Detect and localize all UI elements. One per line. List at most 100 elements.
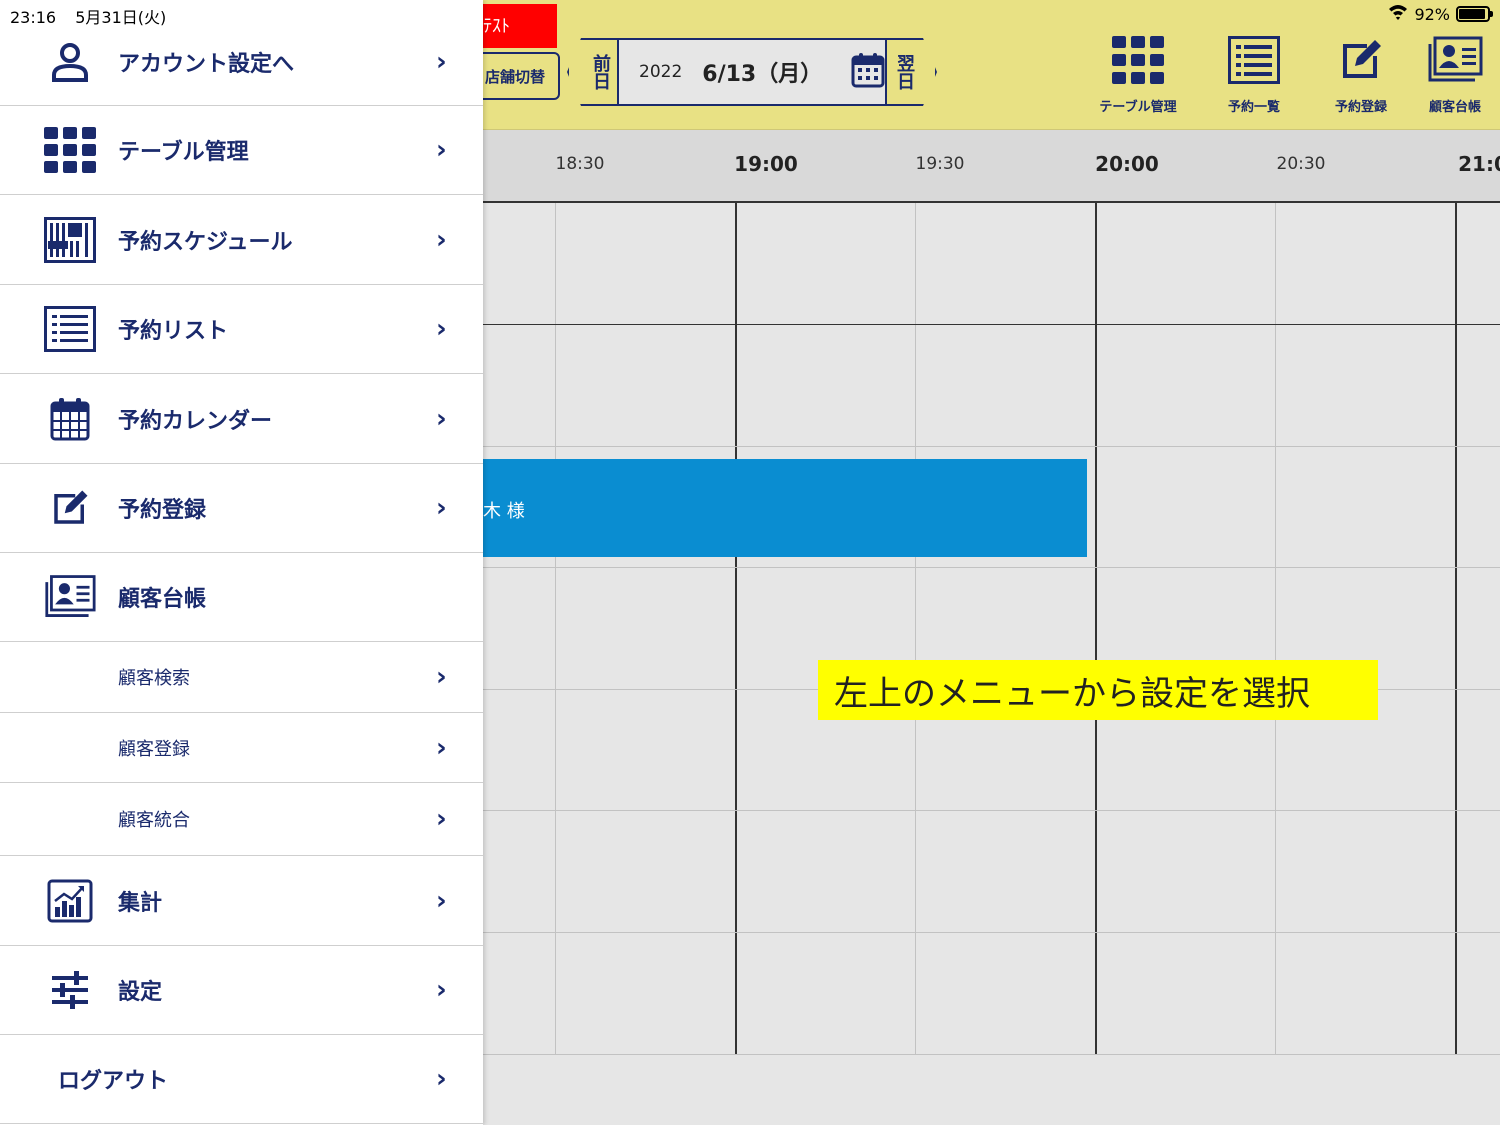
grid-line (483, 1054, 1500, 1055)
menu-label: ログアウト (58, 1069, 169, 1094)
top-nav-register[interactable]: 予約登録 (1322, 36, 1400, 115)
chevron-right-icon: › (436, 1064, 447, 1094)
menu-label: 顧客統合 (118, 810, 190, 831)
next-day-label: 翌日 (894, 54, 915, 90)
date-month-day: 6/13（月） (702, 62, 823, 87)
instruction-callout: 左上のメニューから設定を選択 (818, 660, 1378, 720)
grid-icon (1112, 36, 1164, 88)
chevron-right-icon: › (436, 662, 447, 692)
top-nav-register-label: 予約登録 (1334, 100, 1387, 115)
menu-item-customer-search[interactable]: 顧客検索 › (0, 642, 483, 713)
grid-line (483, 810, 1500, 811)
menu-item-customer-merge[interactable]: 顧客統合 › (0, 783, 483, 856)
menu-item-customers[interactable]: 顧客台帳 (0, 553, 483, 642)
grid-line (483, 567, 1500, 568)
grid-line (555, 203, 556, 1055)
chevron-right-icon: › (436, 135, 447, 165)
menu-label: 予約カレンダー (118, 408, 273, 434)
top-nav-list-label: 予約一覧 (1227, 100, 1280, 115)
time-header: 18:30 19:00 19:30 20:00 20:30 21:0 (483, 130, 1500, 203)
top-nav: テーブル管理 予約一覧 予約登録 顧客台帳 (1080, 36, 1500, 115)
chevron-right-icon: › (436, 493, 447, 523)
time-label: 20:00 (1095, 152, 1159, 176)
menu-label: アカウント設定へ (118, 51, 295, 77)
menu-label: 顧客検索 (118, 668, 190, 689)
menu-item-logout[interactable]: ログアウト › (0, 1035, 483, 1124)
menu-item-list[interactable]: 予約リスト › (0, 285, 483, 374)
menu-item-schedule[interactable]: 予約スケジュール › (0, 195, 483, 285)
calendar-icon[interactable] (851, 52, 885, 92)
grid-line (735, 203, 737, 1055)
calendar-icon (44, 393, 96, 445)
chevron-right-icon: › (436, 885, 447, 916)
side-menu: アカウント設定へ › テーブル管理 › 予約スケジュール › 予約リスト › 予… (0, 0, 483, 1125)
menu-label: 集計 (118, 890, 163, 916)
top-nav-list[interactable]: 予約一覧 (1206, 36, 1302, 115)
contact-card-icon (1427, 36, 1483, 88)
top-nav-table[interactable]: テーブル管理 (1090, 36, 1186, 115)
date-navigator: 前日 2022 6/13（月） 翌日 (567, 38, 937, 106)
user-icon (44, 36, 96, 88)
grid-line (483, 324, 1500, 325)
status-bar-right: 92% (1388, 4, 1493, 24)
reservation-block[interactable]: 木 様 (483, 459, 1087, 557)
grid-line (1095, 203, 1097, 1055)
top-nav-table-label: テーブル管理 (1099, 100, 1177, 115)
status-time: 23:16 (10, 8, 57, 27)
bar-chart-icon (44, 875, 96, 927)
store-switch-button[interactable]: 店舗切替 (470, 52, 560, 100)
schedule-grid[interactable] (483, 203, 1500, 1055)
top-nav-customers-label: 顧客台帳 (1428, 100, 1481, 115)
grid-line (483, 932, 1500, 933)
time-label: 19:30 (915, 154, 965, 174)
grid-line (915, 203, 916, 1055)
chevron-right-icon: › (436, 732, 447, 763)
menu-label: 顧客台帳 (118, 587, 207, 612)
chevron-right-icon: › (436, 314, 447, 344)
reservation-name: 木 様 (483, 501, 525, 522)
menu-label: 予約登録 (118, 498, 207, 523)
grid-line (483, 446, 1500, 447)
list-icon (44, 303, 96, 355)
time-label: 19:00 (734, 152, 798, 176)
menu-item-stats[interactable]: 集計 › (0, 856, 483, 946)
chevron-right-icon: › (436, 975, 447, 1005)
menu-label: 予約スケジュール (118, 229, 293, 255)
chevron-right-icon: › (436, 46, 447, 77)
grid-line (1455, 203, 1457, 1055)
edit-icon (1337, 36, 1385, 88)
menu-label: 設定 (118, 980, 163, 1005)
menu-item-register[interactable]: 予約登録 › (0, 464, 483, 553)
menu-label: 予約リスト (118, 319, 229, 344)
time-label: 20:30 (1276, 154, 1326, 174)
time-label: 21:0 (1458, 152, 1500, 176)
date-display[interactable]: 2022 6/13（月） (619, 38, 885, 106)
menu-item-table[interactable]: テーブル管理 › (0, 106, 483, 195)
menu-item-customer-register[interactable]: 顧客登録 › (0, 713, 483, 783)
prev-day-label: 前日 (590, 54, 611, 90)
chevron-right-icon: › (436, 224, 447, 255)
next-day-button[interactable]: 翌日 (885, 38, 937, 106)
menu-item-calendar[interactable]: 予約カレンダー › (0, 374, 483, 464)
top-nav-customers[interactable]: 顧客台帳 (1420, 36, 1490, 115)
menu-item-account[interactable]: アカウント設定へ › (0, 18, 483, 106)
menu-label: 顧客登録 (118, 738, 190, 760)
grid-line (1275, 203, 1276, 1055)
chevron-right-icon: › (436, 804, 447, 834)
date-year: 2022 (639, 62, 683, 82)
time-label: 18:30 (555, 154, 605, 174)
battery-icon (1456, 6, 1493, 22)
wifi-icon (1388, 4, 1408, 24)
battery-percent: 92% (1414, 4, 1450, 24)
grid-icon (44, 124, 96, 176)
contact-card-icon (44, 571, 96, 623)
schedule-icon (44, 214, 96, 266)
list-icon (1228, 36, 1280, 88)
menu-label: テーブル管理 (118, 140, 249, 165)
menu-item-settings[interactable]: 設定 › (0, 946, 483, 1035)
status-date: 5月31日(火) (75, 8, 167, 27)
status-bar-left: 23:16 5月31日(火) (10, 4, 180, 28)
prev-day-button[interactable]: 前日 (567, 38, 619, 106)
edit-icon (44, 482, 96, 534)
battery-fill (1459, 9, 1485, 19)
